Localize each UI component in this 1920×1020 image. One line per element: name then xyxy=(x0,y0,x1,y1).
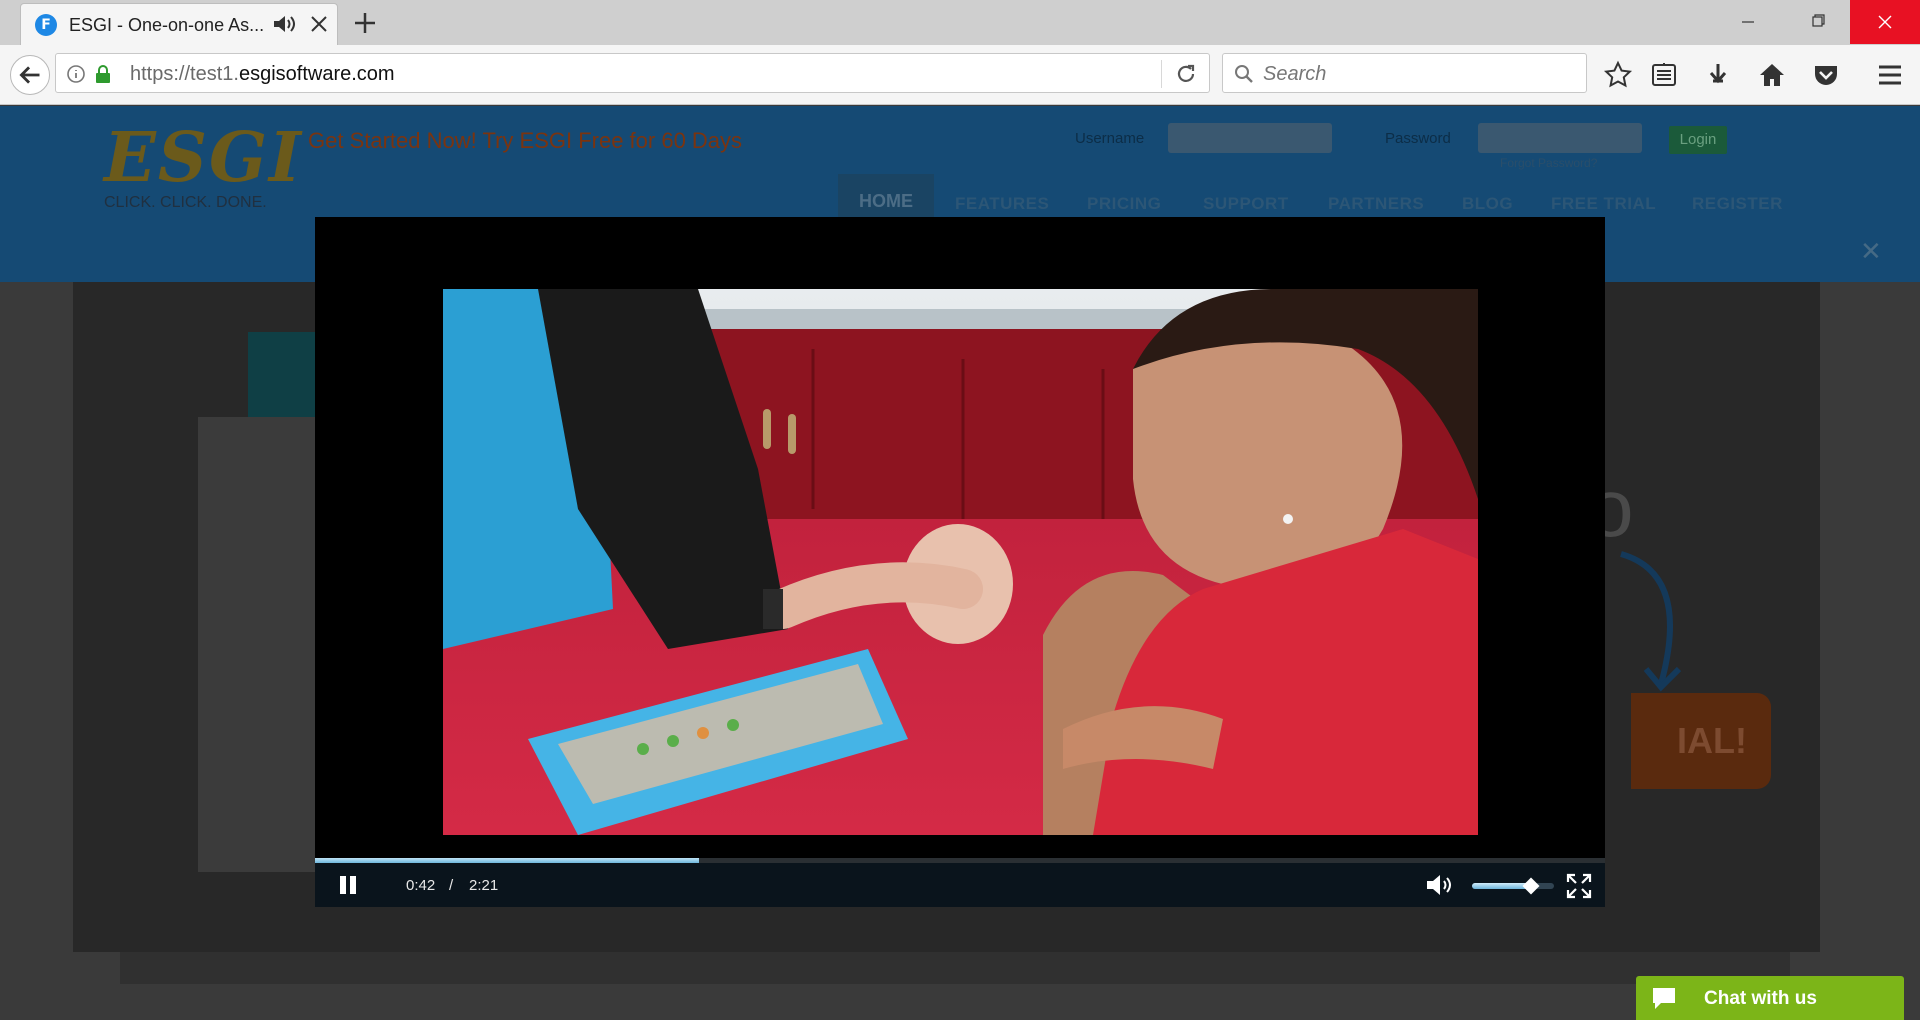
search-placeholder: Search xyxy=(1263,63,1327,85)
url-text[interactable]: https://test1.esgisoftware.com xyxy=(130,63,395,86)
video-duration: 2:21 xyxy=(469,877,499,894)
esgi-logo[interactable]: ESGI xyxy=(104,118,303,198)
reading-list-icon[interactable] xyxy=(1648,59,1680,91)
search-icon xyxy=(1235,65,1253,83)
hamburger-menu-icon[interactable] xyxy=(1874,59,1906,91)
nav-free-trial[interactable]: FREE TRIAL xyxy=(1551,194,1656,214)
tab-strip: F ESGI - One-on-one As... xyxy=(0,0,1920,45)
restore-icon[interactable] xyxy=(1783,0,1853,44)
hero-photo xyxy=(198,417,323,872)
nav-features[interactable]: FEATURES xyxy=(955,194,1049,214)
volume-slider[interactable] xyxy=(1472,877,1554,895)
password-label: Password xyxy=(1385,130,1451,147)
fullscreen-icon[interactable] xyxy=(1565,872,1593,900)
minimize-icon[interactable] xyxy=(1713,0,1783,44)
time-separator: / xyxy=(449,877,454,894)
bookmark-star-icon[interactable] xyxy=(1602,59,1634,91)
lock-icon[interactable] xyxy=(94,64,112,84)
chat-bubble-icon xyxy=(1653,988,1675,1009)
address-bar[interactable]: https://test1.esgisoftware.com xyxy=(55,53,1210,93)
free-trial-cta-button[interactable]: IAL! xyxy=(1631,693,1771,789)
video-frame[interactable] xyxy=(443,289,1478,835)
nav-pricing[interactable]: PRICING xyxy=(1087,194,1161,214)
login-button[interactable]: Login xyxy=(1669,126,1727,154)
nav-partners[interactable]: PARTNERS xyxy=(1328,194,1424,214)
logo-tagline: CLICK. CLICK. DONE. xyxy=(104,194,267,211)
browser-tab-esgi[interactable]: F ESGI - One-on-one As... xyxy=(20,3,338,45)
speaker-icon[interactable] xyxy=(271,12,297,36)
window-close-icon[interactable] xyxy=(1850,0,1920,44)
home-icon[interactable] xyxy=(1756,59,1788,91)
info-icon[interactable] xyxy=(66,64,86,84)
chat-widget-button[interactable]: Chat with us xyxy=(1636,976,1904,1020)
promo-link[interactable]: Get Started Now! Try ESGI Free for 60 Da… xyxy=(308,128,742,154)
divider xyxy=(1161,60,1162,88)
navigation-toolbar: https://test1.esgisoftware.com Search xyxy=(0,45,1920,105)
forgot-password-link[interactable]: Forgot Password? xyxy=(1500,156,1597,170)
nav-support[interactable]: SUPPORT xyxy=(1203,194,1289,214)
username-field[interactable] xyxy=(1168,123,1332,153)
pause-icon[interactable] xyxy=(337,873,361,897)
back-arrow-icon[interactable] xyxy=(10,55,50,95)
favicon-icon: F xyxy=(35,14,57,36)
nav-register[interactable]: REGISTER xyxy=(1692,194,1783,214)
nav-blog[interactable]: BLOG xyxy=(1462,194,1513,214)
close-tab-icon[interactable] xyxy=(307,12,331,36)
video-controls: 0:42 / 2:21 xyxy=(315,863,1605,907)
search-bar[interactable]: Search xyxy=(1222,53,1587,93)
tab-title: ESGI - One-on-one As... xyxy=(69,15,265,35)
current-time: 0:42 xyxy=(406,877,436,894)
reload-icon[interactable] xyxy=(1174,62,1198,86)
video-lightbox: 0:42 / 2:21 xyxy=(315,217,1605,907)
username-label: Username xyxy=(1075,130,1145,147)
chat-label: Chat with us xyxy=(1704,988,1817,1009)
password-field[interactable] xyxy=(1478,123,1642,153)
new-tab-icon[interactable] xyxy=(350,8,380,38)
curved-arrow-icon xyxy=(1620,551,1682,692)
volume-icon[interactable] xyxy=(1425,872,1455,898)
video-still-image xyxy=(443,289,1478,835)
volume-thumb[interactable] xyxy=(1522,877,1540,895)
download-icon[interactable] xyxy=(1702,59,1734,91)
pocket-icon[interactable] xyxy=(1810,59,1842,91)
section-shadow xyxy=(120,952,1790,984)
close-icon[interactable]: ✕ xyxy=(1860,236,1882,267)
